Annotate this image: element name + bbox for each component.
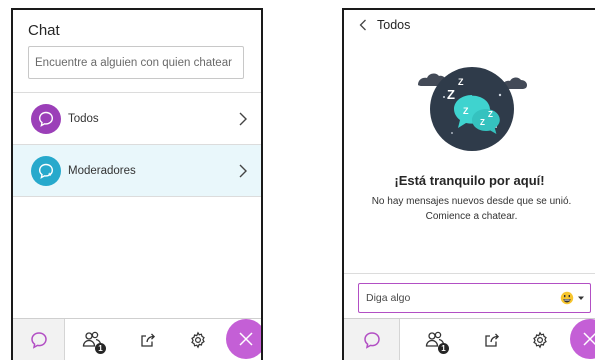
chat-bubble-icon: [38, 111, 54, 127]
list-item-label: Todos: [68, 112, 99, 125]
chat-bubble-icon: [30, 331, 47, 349]
chat-title: Chat: [28, 22, 60, 39]
tab-share[interactable]: [472, 319, 512, 360]
list-item-moderadores[interactable]: Moderadores: [13, 145, 261, 196]
chat-list-panel: Chat Todos Moderadores: [11, 8, 263, 360]
caret-down-icon: [578, 296, 584, 300]
tab-settings[interactable]: [178, 319, 218, 360]
tab-chat[interactable]: [13, 319, 65, 360]
bottom-tab-bar: 1: [13, 318, 261, 360]
close-icon: [239, 332, 253, 346]
tab-participants[interactable]: 1: [71, 319, 113, 360]
tab-participants[interactable]: 1: [414, 319, 456, 360]
bottom-tab-bar: 1: [344, 318, 595, 360]
gear-icon: [533, 330, 547, 349]
divider: [344, 273, 595, 274]
svg-text:Z: Z: [480, 118, 485, 127]
emoji-icon: [560, 291, 574, 305]
share-icon: [141, 333, 156, 347]
chevron-right-icon: [239, 112, 247, 125]
divider: [13, 196, 261, 197]
svg-text:Z: Z: [488, 110, 493, 119]
tab-chat[interactable]: [344, 319, 400, 360]
emoji-picker-button[interactable]: [560, 291, 585, 305]
close-button[interactable]: [226, 319, 261, 359]
compose-box: [358, 283, 591, 313]
participant-count-badge: 1: [95, 343, 106, 354]
tab-share[interactable]: [128, 319, 168, 360]
sleeping-chat-illustration: Z Z Z Z Z: [418, 67, 527, 151]
conversation-panel: Todos Z Z Z Z Z ¡Está tranquilo por aquí…: [342, 8, 595, 360]
chevron-left-icon[interactable]: [359, 19, 367, 31]
chat-bubble-icon: [363, 331, 380, 349]
svg-text:Z: Z: [463, 106, 469, 116]
chevron-right-icon: [239, 164, 247, 177]
participant-count-badge: 1: [438, 343, 449, 354]
svg-text:Z: Z: [458, 77, 464, 87]
tab-settings[interactable]: [520, 319, 560, 360]
svg-text:Z: Z: [447, 87, 455, 102]
conversation-header: Todos: [344, 10, 595, 39]
list-item-label: Moderadores: [68, 164, 136, 177]
search-input[interactable]: [28, 46, 244, 79]
empty-state-title: ¡Está tranquilo por aquí!: [394, 173, 545, 188]
chat-bubble-icon: [38, 163, 54, 179]
close-button[interactable]: [570, 319, 595, 359]
share-icon: [485, 333, 500, 347]
avatar: [31, 103, 61, 134]
avatar: [31, 155, 61, 186]
empty-state-message: No hay mensajes nuevos desde que se unió…: [371, 196, 572, 222]
message-input[interactable]: [364, 291, 560, 305]
gear-icon: [191, 330, 205, 349]
conversation-title: Todos: [377, 17, 411, 32]
close-icon: [583, 332, 595, 346]
list-item-todos[interactable]: Todos: [13, 93, 261, 144]
